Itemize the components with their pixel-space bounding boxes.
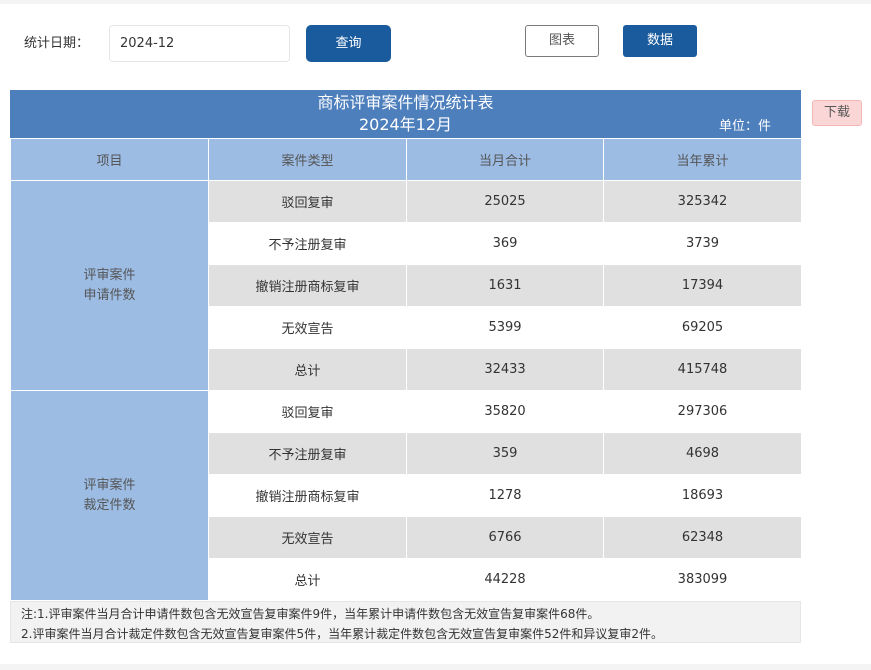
report-unit: 单位：件: [718, 119, 771, 134]
data-view-button[interactable]: 数据: [623, 25, 697, 57]
month-total-cell: 1278: [406, 474, 604, 517]
download-button[interactable]: 下载: [812, 100, 862, 126]
case-type-cell: 驳回复审: [208, 390, 407, 433]
note-line-2: 2.评审案件当月合计裁定件数包含无效宣告复审案件5件，当年累计裁定件数包含无效宣…: [21, 627, 663, 641]
report-title: 商标评审案件情况统计表: [317, 93, 494, 112]
case-type-cell: 总计: [208, 348, 407, 391]
group-label-line-1: 评审案件: [83, 267, 136, 283]
group-label-line-2: 裁定件数: [83, 497, 136, 513]
case-type-cell: 驳回复审: [208, 180, 407, 223]
top-divider: [0, 0, 871, 4]
group-label-cell: 评审案件 申请件数: [10, 180, 209, 391]
year-total-cell: 297306: [603, 390, 802, 433]
year-total-cell: 3739: [603, 222, 802, 265]
year-total-cell: 325342: [603, 180, 802, 223]
statistics-table: 项目 案件类型 当月合计 当年累计 评审案件 申请件数 驳回复审 25025 32534…: [10, 138, 802, 601]
group-label-line-1: 评审案件: [83, 477, 136, 493]
month-total-cell: 32433: [406, 348, 604, 391]
case-type-cell: 不予注册复审: [208, 222, 407, 265]
table-notes: 注:1.评审案件当月合计申请件数包含无效宣告复审案件9件，当年累计申请件数包含无…: [10, 601, 801, 643]
month-total-cell: 6766: [406, 516, 604, 559]
month-total-cell: 44228: [406, 558, 604, 601]
case-type-cell: 撤销注册商标复审: [208, 264, 407, 307]
report-period: 2024年12月: [358, 115, 453, 134]
column-header-case-type: 案件类型: [208, 138, 407, 181]
case-type-cell: 总计: [208, 558, 407, 601]
month-total-cell: 359: [406, 432, 604, 475]
case-type-cell: 不予注册复审: [208, 432, 407, 475]
table-row: 评审案件 裁定件数 驳回复审 35820 297306: [10, 390, 802, 601]
report-header: 商标评审案件情况统计表 2024年12月 单位：件: [10, 90, 801, 138]
group-label-cell: 评审案件 裁定件数: [10, 390, 209, 601]
year-total-cell: 383099: [603, 558, 802, 601]
table-row: 评审案件 申请件数 驳回复审 25025 325342: [10, 180, 802, 391]
group-label-line-2: 申请件数: [83, 287, 136, 303]
year-total-cell: 69205: [603, 306, 802, 349]
date-filter-label: 统计日期：: [24, 36, 90, 51]
case-type-cell: 无效宣告: [208, 516, 407, 559]
statistics-report: 商标评审案件情况统计表 2024年12月 单位：件 项目 案件类型 当月合计 当…: [10, 90, 802, 643]
note-line-1: 注:1.评审案件当月合计申请件数包含无效宣告复审案件9件，当年累计申请件数包含无…: [21, 607, 600, 621]
year-total-cell: 18693: [603, 474, 802, 517]
column-header-item: 项目: [10, 138, 209, 181]
table-header-row: 项目 案件类型 当月合计 当年累计: [10, 138, 802, 181]
month-total-cell: 25025: [406, 180, 604, 223]
year-total-cell: 415748: [603, 348, 802, 391]
column-header-month-total: 当月合计: [406, 138, 604, 181]
year-total-cell: 4698: [603, 432, 802, 475]
column-header-year-total: 当年累计: [603, 138, 802, 181]
query-button[interactable]: 查询: [306, 25, 391, 62]
year-total-cell: 17394: [603, 264, 802, 307]
case-type-cell: 撤销注册商标复审: [208, 474, 407, 517]
chart-view-button[interactable]: 图表: [525, 25, 599, 57]
month-total-cell: 1631: [406, 264, 604, 307]
case-type-cell: 无效宣告: [208, 306, 407, 349]
month-total-cell: 369: [406, 222, 604, 265]
date-input[interactable]: 2024-12: [109, 25, 290, 62]
month-total-cell: 35820: [406, 390, 604, 433]
month-total-cell: 5399: [406, 306, 604, 349]
bottom-divider: [0, 664, 871, 670]
year-total-cell: 62348: [603, 516, 802, 559]
table-body: 评审案件 申请件数 驳回复审 25025 325342 不予注册复审 369 3739 撤销注册…: [10, 180, 802, 601]
